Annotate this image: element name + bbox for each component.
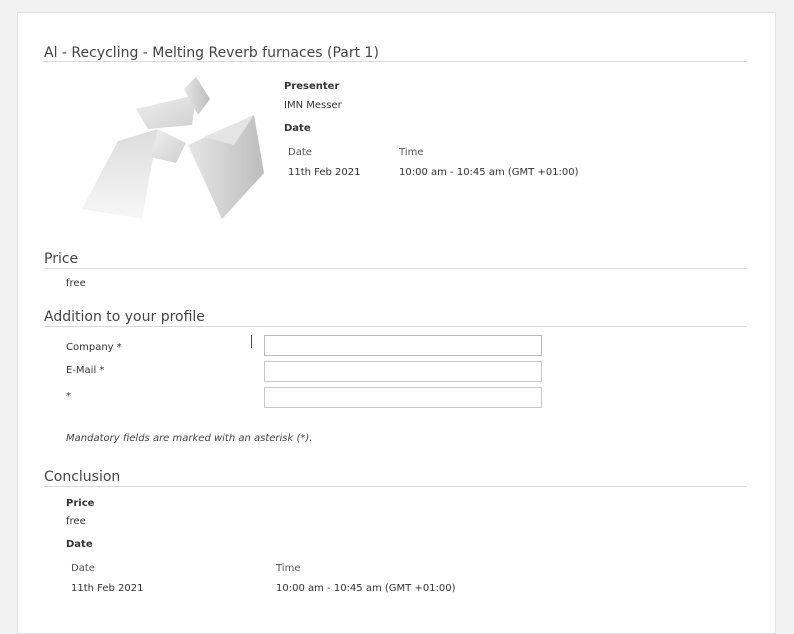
event-card: Al - Recycling - Melting Reverb furnaces… <box>17 12 776 634</box>
extra-field-input[interactable] <box>264 387 542 408</box>
event-image <box>82 77 264 219</box>
price-heading: Price <box>44 251 79 267</box>
date-column-label: Date <box>288 147 312 158</box>
mandatory-note: Mandatory fields are marked with an aste… <box>66 433 313 444</box>
company-input[interactable] <box>264 335 542 356</box>
company-label: Company * <box>66 342 122 353</box>
conclusion-price-value: free <box>66 516 86 527</box>
email-input[interactable] <box>264 361 542 382</box>
price-value: free <box>66 278 86 289</box>
conclusion-price-heading: Price <box>66 498 95 509</box>
conclusion-date-column-label: Date <box>71 563 95 574</box>
conclusion-time: 10:00 am - 10:45 am (GMT +01:00) <box>276 583 456 594</box>
profile-heading: Addition to your profile <box>44 309 205 325</box>
event-time: 10:00 am - 10:45 am (GMT +01:00) <box>399 167 579 178</box>
extra-field-label: * <box>66 391 71 402</box>
conclusion-date-heading: Date <box>66 539 93 550</box>
conclusion-divider <box>44 486 747 487</box>
presenter-heading: Presenter <box>284 81 340 92</box>
text-cursor <box>251 335 252 348</box>
time-column-label: Time <box>399 147 424 158</box>
presenter-name: IMN Messer <box>284 100 342 111</box>
conclusion-date: 11th Feb 2021 <box>71 583 144 594</box>
event-title: Al - Recycling - Melting Reverb furnaces… <box>44 45 379 61</box>
title-divider <box>44 61 747 62</box>
price-divider <box>44 268 747 269</box>
event-date: 11th Feb 2021 <box>288 167 361 178</box>
date-heading: Date <box>284 123 311 134</box>
conclusion-time-column-label: Time <box>276 563 301 574</box>
profile-divider <box>44 326 747 327</box>
email-label: E-Mail * <box>66 365 105 376</box>
conclusion-heading: Conclusion <box>44 469 121 485</box>
